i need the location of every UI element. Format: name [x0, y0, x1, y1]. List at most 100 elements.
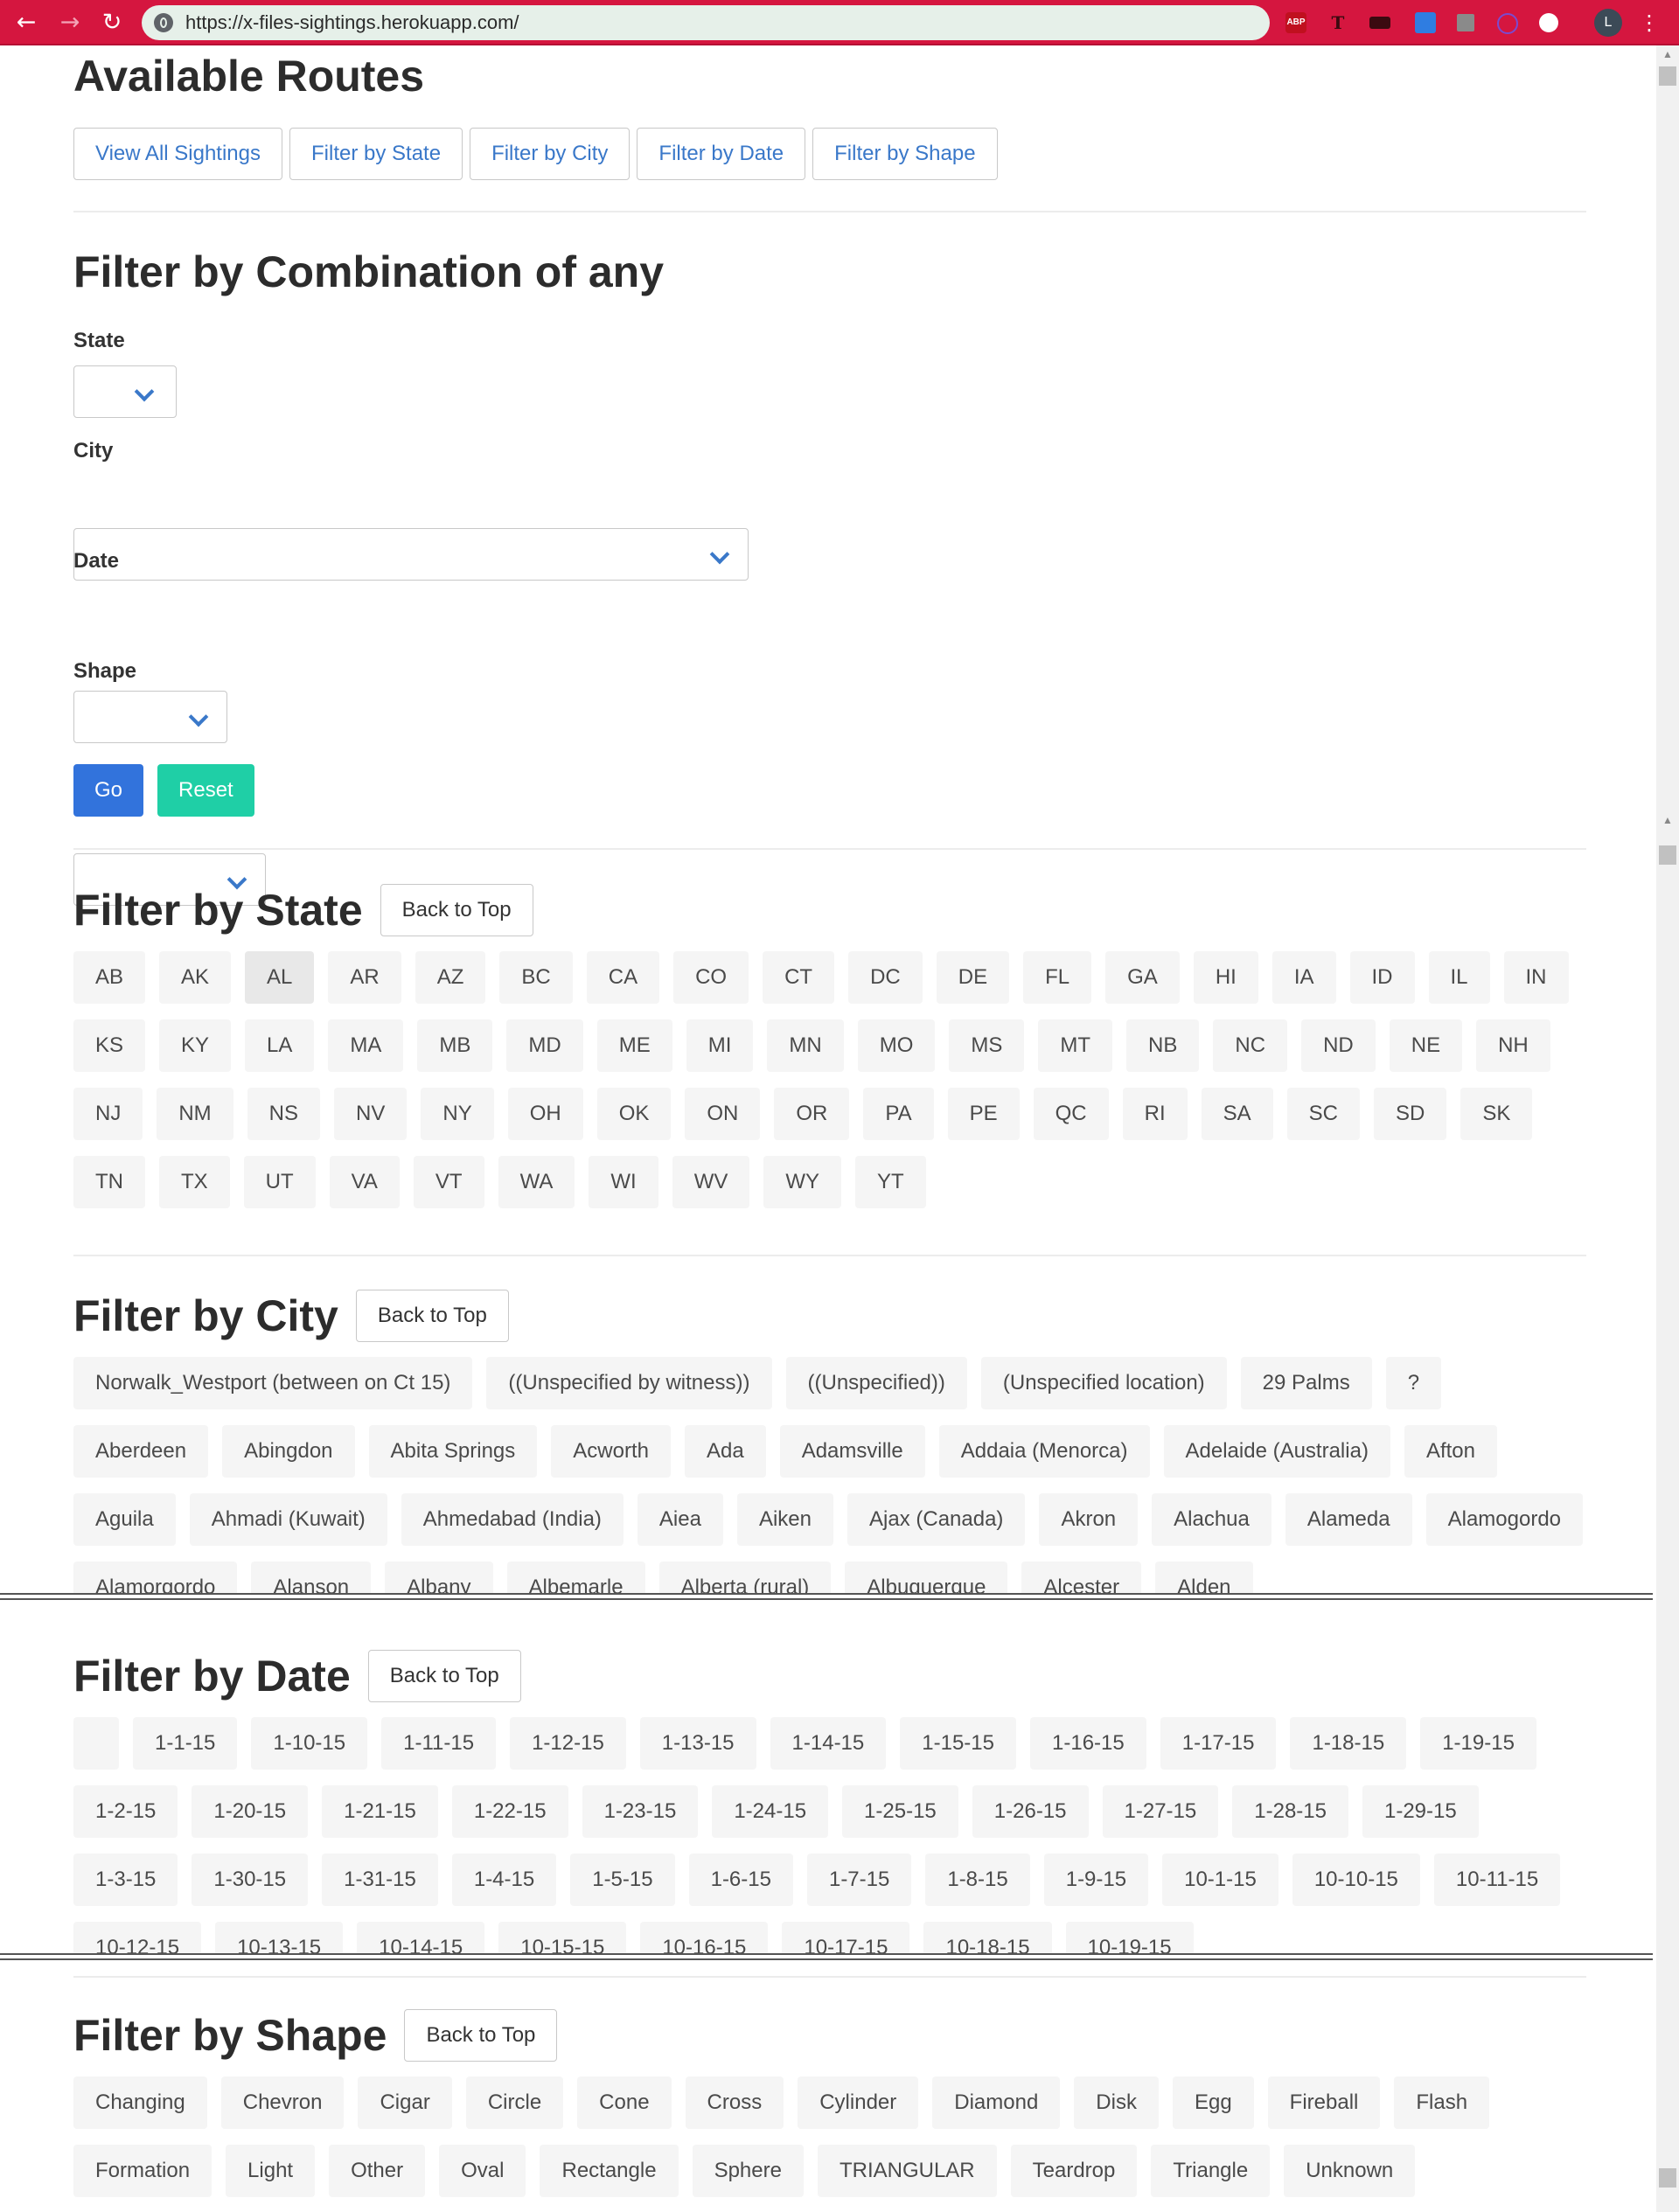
state-tag[interactable]: DE: [936, 951, 1010, 1004]
state-tag[interactable]: YT: [855, 1156, 926, 1208]
date-select[interactable]: [73, 691, 227, 743]
date-tag[interactable]: 1-10-15: [251, 1717, 368, 1770]
city-tag[interactable]: Albany: [385, 1562, 493, 1593]
shape-tag[interactable]: Fireball: [1267, 2076, 1381, 2129]
city-tag[interactable]: Alamorgordo: [73, 1562, 238, 1593]
state-tag[interactable]: SK: [1460, 1088, 1533, 1140]
state-tag[interactable]: DC: [848, 951, 923, 1004]
date-tag[interactable]: 10-11-15: [1433, 1854, 1561, 1906]
date-tag[interactable]: 1-24-15: [712, 1785, 829, 1838]
state-tag[interactable]: TN: [73, 1156, 145, 1208]
state-tag[interactable]: AK: [159, 951, 232, 1004]
state-tag[interactable]: AR: [328, 951, 401, 1004]
state-tag[interactable]: TX: [159, 1156, 230, 1208]
state-tag[interactable]: MT: [1038, 1019, 1113, 1072]
city-tag[interactable]: Ada: [684, 1425, 766, 1478]
state-tag[interactable]: SD: [1374, 1088, 1447, 1140]
shape-tag[interactable]: Circle: [465, 2076, 564, 2129]
state-tag[interactable]: WV: [672, 1156, 750, 1208]
city-tag[interactable]: Adelaide (Australia): [1163, 1425, 1390, 1478]
date-tag[interactable]: 1-5-15: [570, 1854, 675, 1906]
state-tag[interactable]: CO: [673, 951, 749, 1004]
date-tag[interactable]: 10-15-15: [498, 1922, 627, 1953]
state-tag[interactable]: WA: [498, 1156, 575, 1208]
date-tag[interactable]: 10-10-15: [1292, 1854, 1420, 1906]
date-tag[interactable]: 1-9-15: [1043, 1854, 1149, 1906]
date-tag[interactable]: 1-13-15: [639, 1717, 756, 1770]
state-tag[interactable]: AB: [73, 951, 146, 1004]
state-tag[interactable]: BC: [499, 951, 573, 1004]
profile-avatar[interactable]: L: [1594, 9, 1622, 37]
back-to-top-button[interactable]: Back to Top: [404, 2009, 558, 2062]
shape-tag[interactable]: Teardrop: [1010, 2145, 1138, 2197]
extension-puzzle-icon[interactable]: [1457, 14, 1474, 31]
state-tag[interactable]: NB: [1126, 1019, 1200, 1072]
state-tag[interactable]: KY: [159, 1019, 232, 1072]
date-tag[interactable]: 1-4-15: [451, 1854, 557, 1906]
city-tag[interactable]: Akron: [1039, 1493, 1139, 1546]
date-tag[interactable]: 1-25-15: [842, 1785, 958, 1838]
shape-tag[interactable]: TRIANGULAR: [817, 2145, 997, 2197]
state-tag[interactable]: OR: [774, 1088, 850, 1140]
date-tag[interactable]: 10-17-15: [782, 1922, 910, 1953]
date-tag[interactable]: 1-19-15: [1420, 1717, 1536, 1770]
date-tag[interactable]: 1-22-15: [451, 1785, 568, 1838]
extension-circle-icon[interactable]: [1539, 13, 1558, 32]
date-tag[interactable]: 1-3-15: [73, 1854, 178, 1906]
city-tag[interactable]: Alameda: [1285, 1493, 1412, 1546]
state-tag[interactable]: LA: [245, 1019, 315, 1072]
city-tag[interactable]: Aiken: [736, 1493, 834, 1546]
go-button[interactable]: Go: [73, 764, 144, 817]
city-tag[interactable]: Alcester: [1021, 1562, 1142, 1593]
state-tag[interactable]: HI: [1193, 951, 1258, 1004]
state-tag[interactable]: MA: [328, 1019, 404, 1072]
state-tag[interactable]: WI: [589, 1156, 658, 1208]
date-tag[interactable]: 1-14-15: [770, 1717, 887, 1770]
state-tag[interactable]: CA: [586, 951, 660, 1004]
date-tag[interactable]: 1-18-15: [1290, 1717, 1407, 1770]
city-tag[interactable]: ((Unspecified by witness)): [486, 1357, 772, 1409]
state-tag[interactable]: MI: [686, 1019, 754, 1072]
date-tag[interactable]: 1-21-15: [322, 1785, 438, 1838]
date-tag[interactable]: 1-2-15: [73, 1785, 178, 1838]
date-tag[interactable]: 1-12-15: [510, 1717, 626, 1770]
address-bar[interactable]: https://x-files-sightings.herokuapp.com/: [142, 5, 1270, 40]
date-tag[interactable]: 1-6-15: [688, 1854, 793, 1906]
city-tag[interactable]: 29 Palms: [1240, 1357, 1372, 1409]
shape-tag[interactable]: Unknown: [1284, 2145, 1416, 2197]
shape-tag[interactable]: Flash: [1394, 2076, 1490, 2129]
scroll-up-icon[interactable]: ▲: [1656, 45, 1679, 63]
state-tag[interactable]: NY: [421, 1088, 494, 1140]
city-tag[interactable]: Alamogordo: [1425, 1493, 1584, 1546]
back-arrow-icon[interactable]: ←: [12, 9, 40, 37]
state-tag[interactable]: AL: [245, 951, 315, 1004]
state-tag[interactable]: NS: [247, 1088, 321, 1140]
city-tag[interactable]: Abita Springs: [368, 1425, 538, 1478]
date-tag[interactable]: 1-11-15: [381, 1717, 497, 1770]
date-tag[interactable]: 1-15-15: [900, 1717, 1016, 1770]
city-tag[interactable]: Ajax (Canada): [847, 1493, 1026, 1546]
date-tag[interactable]: 1-8-15: [925, 1854, 1030, 1906]
state-tag[interactable]: GA: [1105, 951, 1180, 1004]
reset-button[interactable]: Reset: [157, 764, 254, 817]
state-tag[interactable]: CT: [763, 951, 835, 1004]
state-tag[interactable]: NC: [1213, 1019, 1288, 1072]
state-select[interactable]: [73, 365, 177, 418]
date-tag[interactable]: 1-7-15: [806, 1854, 912, 1906]
shape-tag[interactable]: Rectangle: [540, 2145, 679, 2197]
back-to-top-button[interactable]: Back to Top: [367, 1650, 521, 1702]
city-tag[interactable]: Aiea: [637, 1493, 723, 1546]
state-tag[interactable]: IN: [1503, 951, 1569, 1004]
date-tag-viewport[interactable]: 1-1-15 1-10-15 1-11-15 1-12-15 1-13-15 1-14-1…: [73, 1717, 1586, 1953]
shape-tag[interactable]: Changing: [73, 2076, 207, 2129]
state-tag[interactable]: PA: [863, 1088, 934, 1140]
city-tag[interactable]: Aguila: [73, 1493, 176, 1546]
shape-tag[interactable]: Chevron: [220, 2076, 345, 2129]
city-tag[interactable]: Adamsville: [779, 1425, 925, 1478]
date-tag[interactable]: 10-18-15: [923, 1922, 1052, 1953]
shape-tag[interactable]: Egg: [1172, 2076, 1254, 2129]
view-all-sightings-button[interactable]: View All Sightings: [73, 128, 282, 180]
page-scrollbar[interactable]: ▲ ▲: [1656, 45, 1679, 2212]
state-tag[interactable]: ON: [685, 1088, 761, 1140]
city-tag[interactable]: (Unspecified location): [980, 1357, 1227, 1409]
